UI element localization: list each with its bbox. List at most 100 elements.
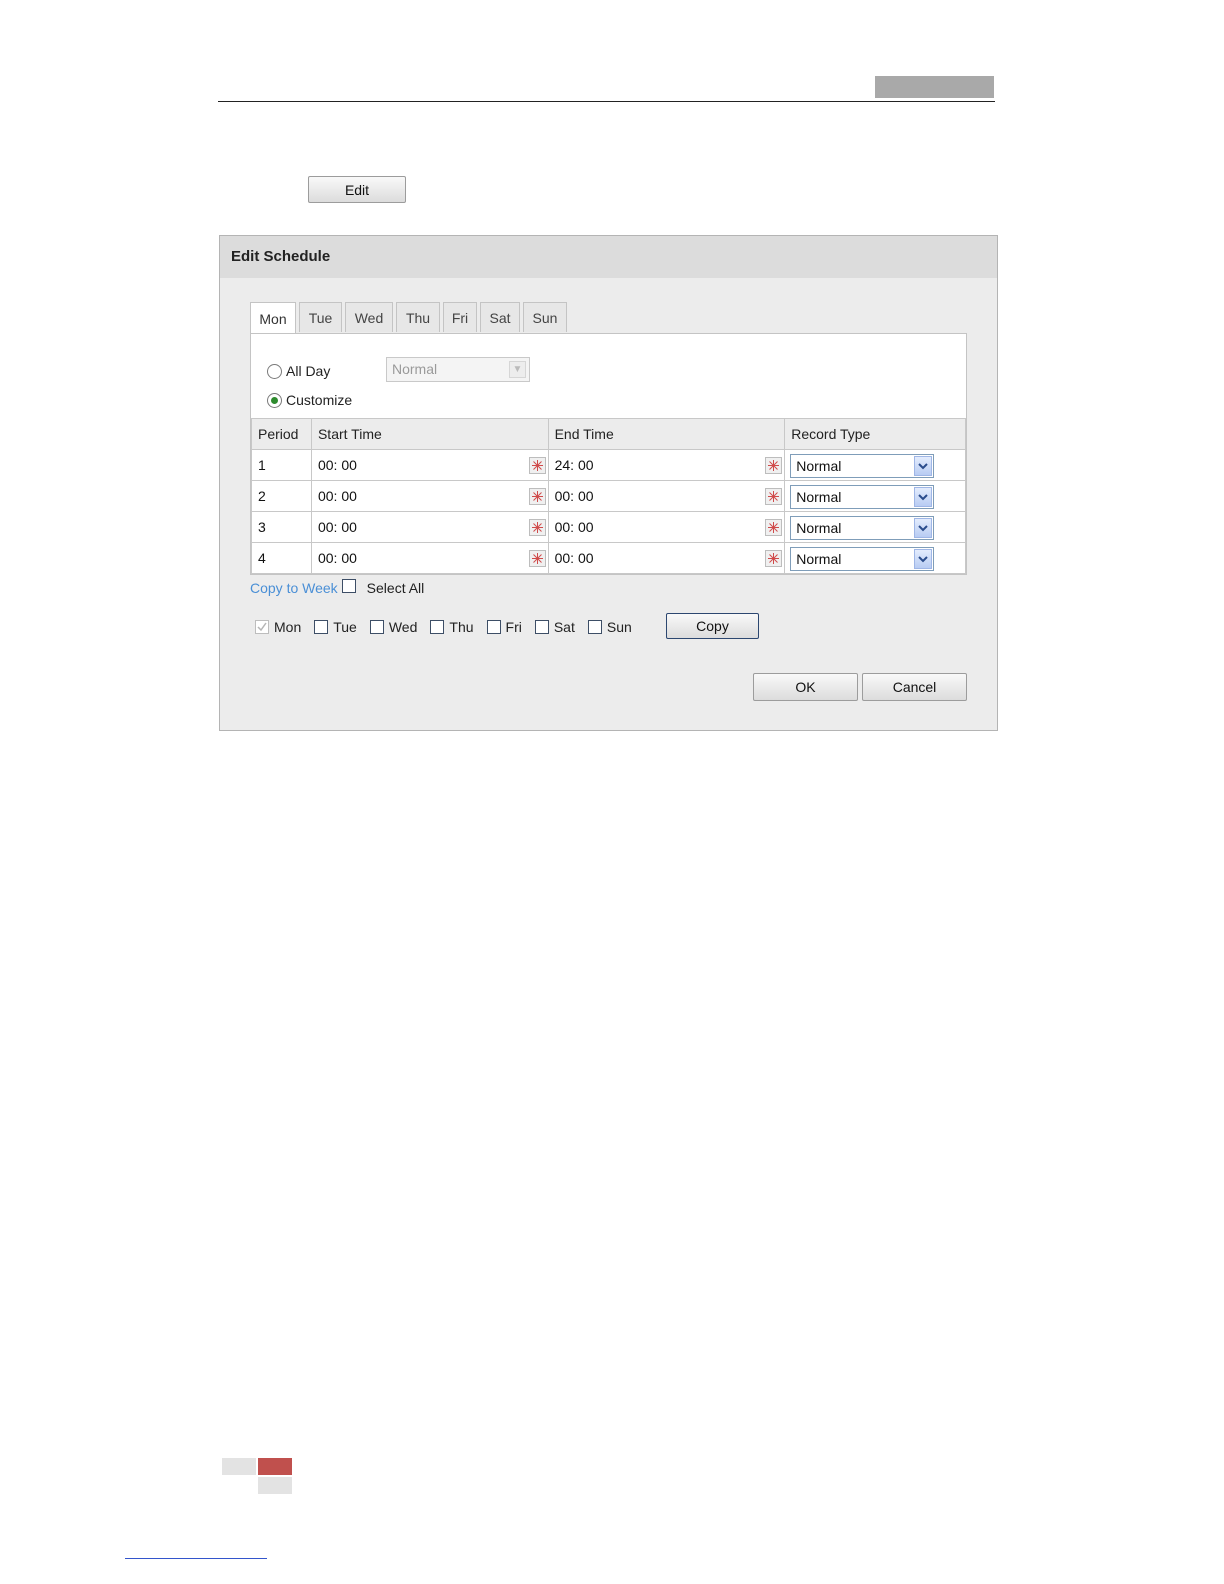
tab-mon[interactable]: Mon: [250, 302, 296, 334]
checkbox-mon[interactable]: [255, 620, 269, 634]
checkbox-thu[interactable]: [430, 620, 445, 634]
end-time-field[interactable]: 00: 00: [547, 480, 786, 512]
period-cell: 2: [251, 480, 312, 512]
end-time-value: 00: 00: [554, 488, 594, 504]
record-type-value: Normal: [796, 458, 842, 474]
tab-wed[interactable]: Wed: [345, 302, 393, 332]
select-all-label: Select All: [366, 580, 425, 596]
clock-icon[interactable]: [528, 457, 546, 474]
copy-to-week-label: Copy to Week: [250, 580, 338, 596]
copy-button[interactable]: Copy: [666, 613, 759, 639]
start-time-field[interactable]: 00: 00: [310, 542, 549, 574]
day-tabs: Mon Tue Wed Thu Fri Sat Sun: [250, 302, 570, 334]
copy-day-fri[interactable]: Fri: [486, 619, 522, 635]
start-time-field[interactable]: 00: 00: [310, 449, 549, 481]
copy-day-mon[interactable]: Mon: [255, 619, 301, 635]
all-day-type-select: Normal ▼: [386, 357, 530, 382]
all-day-label: All Day: [286, 363, 331, 379]
table-header-row: Period Start Time End Time Record Type: [251, 418, 966, 450]
checkbox-tue[interactable]: [314, 620, 329, 634]
clock-icon[interactable]: [765, 519, 783, 536]
footer-gray-block: [258, 1477, 292, 1494]
tab-sat[interactable]: Sat: [480, 302, 520, 332]
column-header: Period: [251, 418, 312, 450]
clock-icon[interactable]: [765, 550, 783, 567]
customize-label: Customize: [286, 392, 353, 408]
day-label: Sat: [553, 619, 575, 635]
record-type-select[interactable]: Normal: [790, 547, 935, 571]
checkbox-wed[interactable]: [369, 620, 384, 634]
customize-option[interactable]: Customize: [267, 392, 352, 408]
end-time-field[interactable]: 24: 00: [547, 449, 786, 481]
period-cell: 4: [251, 542, 312, 574]
all-day-radio[interactable]: [267, 363, 282, 379]
table-row: 2 00: 00 00: 00 Normal: [251, 480, 966, 512]
copy-day-tue[interactable]: Tue: [314, 619, 357, 635]
record-type-cell: Normal: [784, 480, 966, 512]
start-time-field[interactable]: 00: 00: [310, 480, 549, 512]
record-type-select[interactable]: Normal: [790, 454, 935, 478]
header-gray-block: [875, 76, 994, 98]
end-time-field[interactable]: 00: 00: [547, 511, 786, 543]
cancel-button[interactable]: Cancel: [862, 673, 967, 701]
customize-radio[interactable]: [267, 392, 282, 408]
tab-tue[interactable]: Tue: [299, 302, 342, 332]
footer-gray-block: [222, 1458, 256, 1475]
ok-button[interactable]: OK: [753, 673, 858, 701]
end-time-value: 00: 00: [554, 519, 594, 535]
edit-button[interactable]: Edit: [308, 176, 406, 203]
column-header: End Time: [547, 418, 786, 450]
record-type-select[interactable]: Normal: [790, 516, 935, 540]
day-label: Fri: [505, 619, 522, 635]
tab-thu[interactable]: Thu: [396, 302, 440, 332]
day-label: Sun: [606, 619, 632, 635]
table-row: 4 00: 00 00: 00 Normal: [251, 542, 966, 574]
edit-schedule-dialog: Edit Schedule Mon Tue Wed Thu Fri Sat Su…: [219, 235, 998, 731]
start-time-field[interactable]: 00: 00: [310, 511, 549, 543]
record-type-select[interactable]: Normal: [790, 485, 935, 509]
select-all-checkbox[interactable]: [341, 579, 356, 593]
checkbox-fri[interactable]: [486, 620, 501, 634]
chevron-down-icon: [914, 487, 933, 507]
end-time-field[interactable]: 00: 00: [547, 542, 786, 574]
record-type-value: Normal: [796, 489, 842, 505]
clock-icon[interactable]: [528, 519, 546, 536]
end-time-value: 24: 00: [554, 457, 594, 473]
day-label: Wed: [388, 619, 418, 635]
schedule-table: Period Start Time End Time Record Type 1…: [251, 418, 966, 574]
chevron-down-icon: [914, 456, 933, 476]
period-cell: 1: [251, 449, 312, 481]
end-time-value: 00: 00: [554, 550, 594, 566]
clock-icon[interactable]: [528, 488, 546, 505]
clock-icon[interactable]: [528, 550, 546, 567]
schedule-panel: All Day Normal ▼ Customize Period Start …: [250, 333, 967, 575]
dialog-title: Edit Schedule: [220, 236, 997, 278]
all-day-type-value: Normal: [392, 361, 438, 377]
checkbox-sat[interactable]: [534, 620, 549, 634]
clock-icon[interactable]: [765, 488, 783, 505]
chevron-down-icon: ▼: [509, 361, 526, 378]
record-type-value: Normal: [796, 551, 842, 567]
start-time-value: 00: 00: [317, 519, 357, 535]
column-header: Start Time: [310, 418, 549, 450]
column-header: Record Type: [784, 418, 966, 450]
table-row: 3 00: 00 00: 00 Normal: [251, 511, 966, 543]
clock-icon[interactable]: [765, 457, 783, 474]
copy-to-week-row: Copy to Week Select All: [250, 579, 425, 596]
all-day-option[interactable]: All Day: [267, 363, 330, 379]
record-type-cell: Normal: [784, 449, 966, 481]
copy-day-sun[interactable]: Sun: [587, 619, 632, 635]
header-rule: [218, 101, 995, 102]
tab-sun[interactable]: Sun: [523, 302, 567, 332]
checkbox-sun[interactable]: [587, 620, 602, 634]
copy-day-wed[interactable]: Wed: [369, 619, 418, 635]
record-type-cell: Normal: [784, 511, 966, 543]
footer-link-underline: [125, 1558, 267, 1559]
table-row: 1 00: 00 24: 00 Normal: [251, 449, 966, 481]
start-time-value: 00: 00: [317, 488, 357, 504]
tab-fri[interactable]: Fri: [443, 302, 477, 332]
chevron-down-icon: [914, 549, 933, 569]
period-cell: 3: [251, 511, 312, 543]
copy-day-thu[interactable]: Thu: [430, 619, 474, 635]
copy-day-sat[interactable]: Sat: [534, 619, 575, 635]
